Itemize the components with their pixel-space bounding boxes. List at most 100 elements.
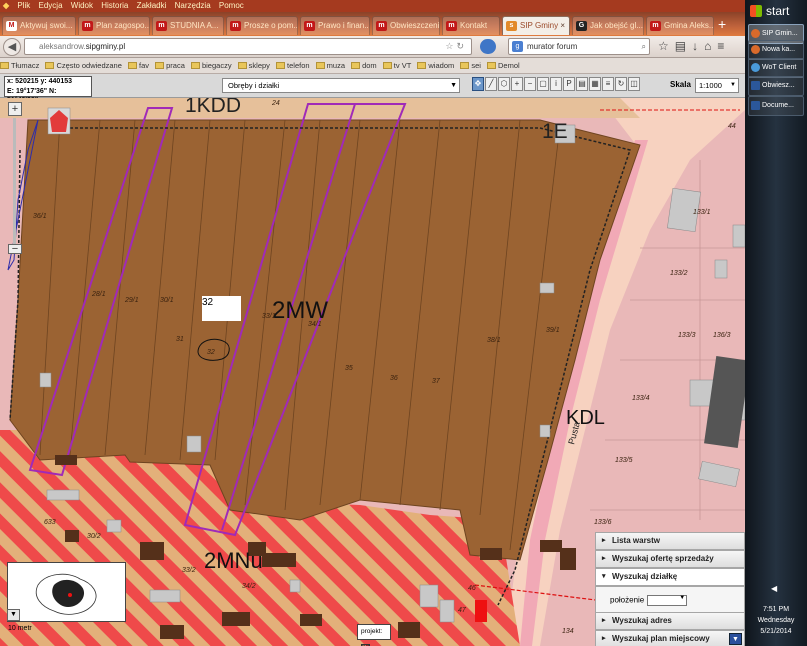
refresh-tool-icon[interactable]: ↻ xyxy=(615,77,627,91)
tab-7[interactable]: s SIP Gminy × xyxy=(502,16,570,35)
taskbar-item-word-2[interactable]: Docume... xyxy=(748,96,804,116)
tab-9[interactable]: m Gmina Aleks... xyxy=(646,16,714,35)
table-tool-icon[interactable]: ▦ xyxy=(589,77,601,91)
m-icon: m xyxy=(446,21,457,31)
bookmark-label: sei xyxy=(471,61,481,70)
reload-icon[interactable]: ↻ xyxy=(456,41,467,51)
bookmark-item[interactable]: Demol xyxy=(487,58,520,73)
folder-icon xyxy=(351,62,361,69)
projekt-indicator[interactable]: projekt: RO xyxy=(357,624,391,646)
url-bar-icons[interactable]: ☆↻ xyxy=(445,39,467,54)
google-icon: g xyxy=(512,41,523,52)
search-icon[interactable]: ⌕ xyxy=(642,39,646,54)
layers-tool-icon[interactable]: ◫ xyxy=(628,77,640,91)
bookmark-item[interactable]: Tłumacz xyxy=(0,58,39,73)
print-tool-icon[interactable]: P xyxy=(563,77,575,91)
menu-bar: ◆ Plik Edycja Widok Historia Zakładki Na… xyxy=(0,0,745,12)
overview-minimap[interactable] xyxy=(7,562,126,622)
menu-item-view[interactable]: Widok xyxy=(71,1,93,10)
minimap-toggle-button[interactable]: ▼ xyxy=(7,609,20,621)
menu-item-bookmarks[interactable]: Zakładki xyxy=(137,1,167,10)
bookmark-item[interactable]: telefon xyxy=(276,58,310,73)
bookmark-item[interactable]: Często odwiedzane xyxy=(45,58,122,73)
taskbar-item-wot[interactable]: WoT Client xyxy=(748,58,804,78)
bookmark-item[interactable]: dom xyxy=(351,58,377,73)
bookmark-label: wiadom xyxy=(428,61,455,70)
menu-item-history[interactable]: Historia xyxy=(101,1,128,10)
bookmark-item[interactable]: biegaczy xyxy=(190,58,232,73)
new-tab-button[interactable]: + xyxy=(718,17,726,31)
panel-item-label: Lista warstw xyxy=(612,536,661,545)
taskbar-item-firefox-2[interactable]: Nowa ka... xyxy=(748,40,804,60)
zoom-slider-track[interactable] xyxy=(13,118,16,244)
system-clock[interactable]: 7:51 PM Wednesday 5/21/2014 xyxy=(745,604,807,637)
bookmarks-list-icon[interactable]: ▤ xyxy=(675,39,692,53)
info-tool-icon[interactable]: i xyxy=(550,77,562,91)
close-tab-icon[interactable]: × xyxy=(560,17,565,35)
measure-tool-icon[interactable]: ╱ xyxy=(485,77,497,91)
star-icon[interactable]: ☆ xyxy=(445,41,456,51)
scalebar-text: 10 metr xyxy=(8,625,32,632)
bookmark-item[interactable]: praca xyxy=(155,58,185,73)
polygon-tool-icon[interactable]: ⬡ xyxy=(498,77,510,91)
bookmark-item[interactable]: sei xyxy=(460,58,481,73)
menu-item-tools[interactable]: Narzędzia xyxy=(175,1,211,10)
panel-item-sale-offer[interactable]: ▸ Wyszukaj ofertę sprzedaży xyxy=(595,550,745,568)
tab-4[interactable]: m Prawo i finan... xyxy=(300,16,370,35)
clock-time: 7:51 PM xyxy=(762,606,790,613)
panel-item-plan-search[interactable]: ▸ Wyszukaj plan miejscowy ▼ xyxy=(595,630,745,646)
tab-3[interactable]: m Prosze o pom... xyxy=(226,16,298,35)
parcel-search-form: położenie xyxy=(595,586,745,614)
bookmark-item[interactable]: fav xyxy=(128,58,149,73)
parcel-label: 38/1 xyxy=(487,337,501,344)
zoom-slider-handle[interactable]: − xyxy=(8,244,22,255)
panel-item-parcel-search[interactable]: ▾ Wyszukaj działkę xyxy=(595,568,745,586)
bookmark-item[interactable]: muza xyxy=(315,58,345,73)
parcel-label: 35 xyxy=(345,365,353,372)
firefox-icon xyxy=(751,45,760,54)
bookmark-item[interactable]: wiadom xyxy=(417,58,454,73)
layer-select-value: Obręby i działki xyxy=(228,81,280,90)
scroll-down-icon[interactable]: ▼ xyxy=(729,633,742,645)
firefox-menu-icon[interactable]: ◆ xyxy=(3,0,9,12)
tab-1[interactable]: m Plan zagospo... xyxy=(78,16,150,35)
taskbar-item-word-1[interactable]: Obwiesz... xyxy=(748,76,804,96)
pan-tool-icon[interactable]: ✥ xyxy=(472,77,484,91)
bookmark-item[interactable]: tv VT xyxy=(382,58,411,73)
download-icon[interactable]: ↓ xyxy=(692,39,704,53)
menu-item-edit[interactable]: Edycja xyxy=(39,1,63,10)
menu-item-help[interactable]: Pomoc xyxy=(219,1,244,10)
url-bar[interactable]: aleksandrow.sipgminy.pl ☆↻ xyxy=(24,38,472,55)
road-1kdd xyxy=(0,98,640,118)
back-button[interactable]: ◀ xyxy=(3,38,21,56)
legend-tool-icon[interactable]: ≡ xyxy=(602,77,614,91)
tab-2[interactable]: m STUDNIA A... xyxy=(152,16,224,35)
location-select[interactable] xyxy=(647,595,688,606)
zoom-in-tool-icon[interactable]: + xyxy=(511,77,523,91)
zoom-out-tool-icon[interactable]: − xyxy=(524,77,536,91)
scale-select[interactable]: 1:1000 ▼ xyxy=(695,78,739,93)
layer-select[interactable]: Obręby i działki ▼ xyxy=(222,78,460,93)
zoom-in-button[interactable]: + xyxy=(8,102,22,116)
search-bar[interactable]: g murator forum ⌕ xyxy=(508,38,650,55)
panel-item-label: Wyszukaj działkę xyxy=(612,572,678,581)
tray-expand-icon[interactable]: ◀ xyxy=(771,584,777,593)
select-tool-icon[interactable]: ▢ xyxy=(537,77,549,91)
zone-label-1e: 1E xyxy=(542,120,568,143)
document-tool-icon[interactable]: ▤ xyxy=(576,77,588,91)
globe-icon[interactable] xyxy=(480,39,496,54)
bookmark-star-icon[interactable]: ☆ xyxy=(658,39,675,53)
url-domain: sipgminy.pl xyxy=(85,42,126,51)
m-icon: m xyxy=(156,21,167,31)
bookmark-item[interactable]: sklepy xyxy=(237,58,270,73)
tab-8[interactable]: G Jak obejść gl... xyxy=(572,16,644,35)
tab-6[interactable]: m Kontakt xyxy=(442,16,500,35)
start-button[interactable]: start xyxy=(748,2,804,20)
tab-0[interactable]: M Aktywuj swoi... xyxy=(2,16,76,35)
panel-item-layers[interactable]: ▸ Lista warstw xyxy=(595,532,745,550)
menu-item-file[interactable]: Plik xyxy=(17,1,30,10)
tab-5[interactable]: m Obwieszczenia xyxy=(372,16,440,35)
panel-item-address-search[interactable]: ▸ Wyszukaj adres xyxy=(595,612,745,630)
menu-icon[interactable]: ≡ xyxy=(717,39,730,53)
home-icon[interactable]: ⌂ xyxy=(704,39,717,53)
